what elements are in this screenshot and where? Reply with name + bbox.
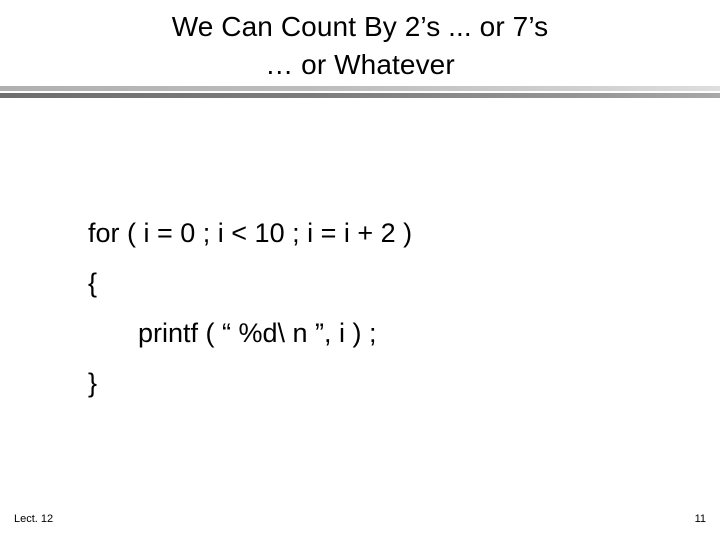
slide-canvas: We Can Count By 2’s ... or 7’s … or What… <box>0 0 720 540</box>
code-line-printf-statement: printf ( “ %d\ n ”, i ) ; <box>138 318 377 348</box>
slide-title: We Can Count By 2’s ... or 7’s … or What… <box>36 8 684 84</box>
code-line-for-statement: for ( i = 0 ; i < 10 ; i = i + 2 ) <box>88 218 413 248</box>
footer-lecture-label: Lect. 12 <box>14 513 54 525</box>
title-line-2: … or Whatever <box>265 49 455 80</box>
footer-page-number: 11 <box>694 513 706 525</box>
title-divider-bar-bottom <box>0 93 720 98</box>
code-line-open-brace: { <box>88 268 98 298</box>
code-line-close-brace: } <box>88 368 98 398</box>
title-line-1: We Can Count By 2’s ... or 7’s <box>171 11 549 42</box>
code-block: for ( i = 0 ; i < 10 ; i = i + 2 ) { pri… <box>88 208 668 408</box>
